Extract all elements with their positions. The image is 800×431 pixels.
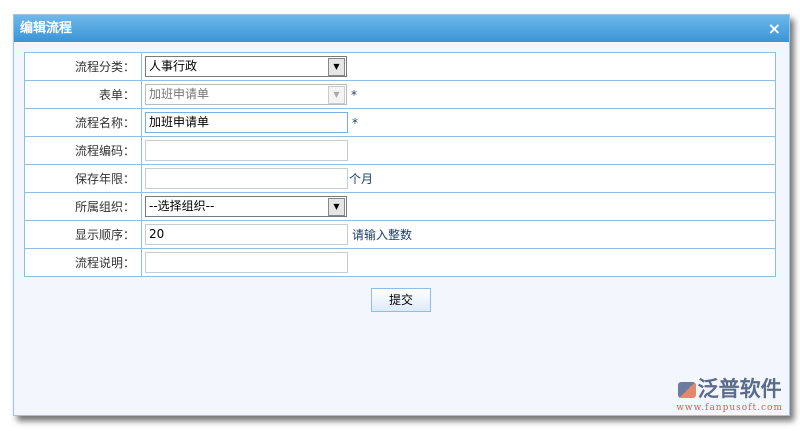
logo-icon [677, 382, 696, 398]
chevron-down-icon: ▼ [328, 86, 345, 104]
form-table: 流程分类： 人事行政 ▼ 表单： 加班申请单 ▼ * 流程名称： 加班申请单 * 流程编码： … [24, 52, 776, 277]
order-label: 显示顺序： [24, 220, 142, 249]
category-select[interactable]: 人事行政 ▼ [145, 56, 347, 77]
desc-input[interactable] [145, 252, 348, 273]
close-icon[interactable]: × [768, 15, 781, 42]
retention-input[interactable] [145, 168, 348, 189]
chevron-down-icon[interactable]: ▼ [328, 58, 345, 76]
required-mark: * [352, 115, 358, 130]
chevron-down-icon[interactable]: ▼ [328, 198, 345, 216]
name-label: 流程名称： [24, 108, 142, 137]
desc-label: 流程说明： [24, 248, 142, 277]
name-input[interactable]: 加班申请单 [145, 112, 348, 133]
form-label: 表单： [24, 80, 142, 109]
dialog-title: 编辑流程 [20, 21, 73, 36]
retention-unit: 个月 [349, 172, 374, 186]
submit-button[interactable]: 提交 [371, 288, 431, 312]
org-value: --选择组织-- [149, 199, 215, 213]
form-select: 加班申请单 ▼ [145, 84, 347, 105]
logo-name: 泛普软件 [697, 377, 782, 401]
edit-process-dialog: 编辑流程 × 流程分类： 人事行政 ▼ 表单： 加班申请单 ▼ * 流程名称： 加班申请单 * … [13, 14, 790, 416]
form-value: 加班申请单 [149, 87, 210, 101]
watermark-logo: 泛普软件 www.fanpusoft.com [676, 373, 783, 413]
required-mark: * [351, 87, 357, 102]
logo-url: www.fanpusoft.com [676, 403, 783, 413]
code-label: 流程编码： [24, 136, 142, 165]
dialog-header: 编辑流程 × [14, 15, 789, 42]
order-input[interactable]: 20 [145, 224, 348, 245]
retention-label: 保存年限： [24, 164, 142, 193]
category-value: 人事行政 [149, 59, 198, 73]
code-input[interactable] [145, 140, 348, 161]
category-label: 流程分类： [24, 52, 142, 81]
org-select[interactable]: --选择组织-- ▼ [145, 196, 347, 217]
org-label: 所属组织： [24, 192, 142, 221]
order-hint: 请输入整数 [352, 228, 413, 242]
